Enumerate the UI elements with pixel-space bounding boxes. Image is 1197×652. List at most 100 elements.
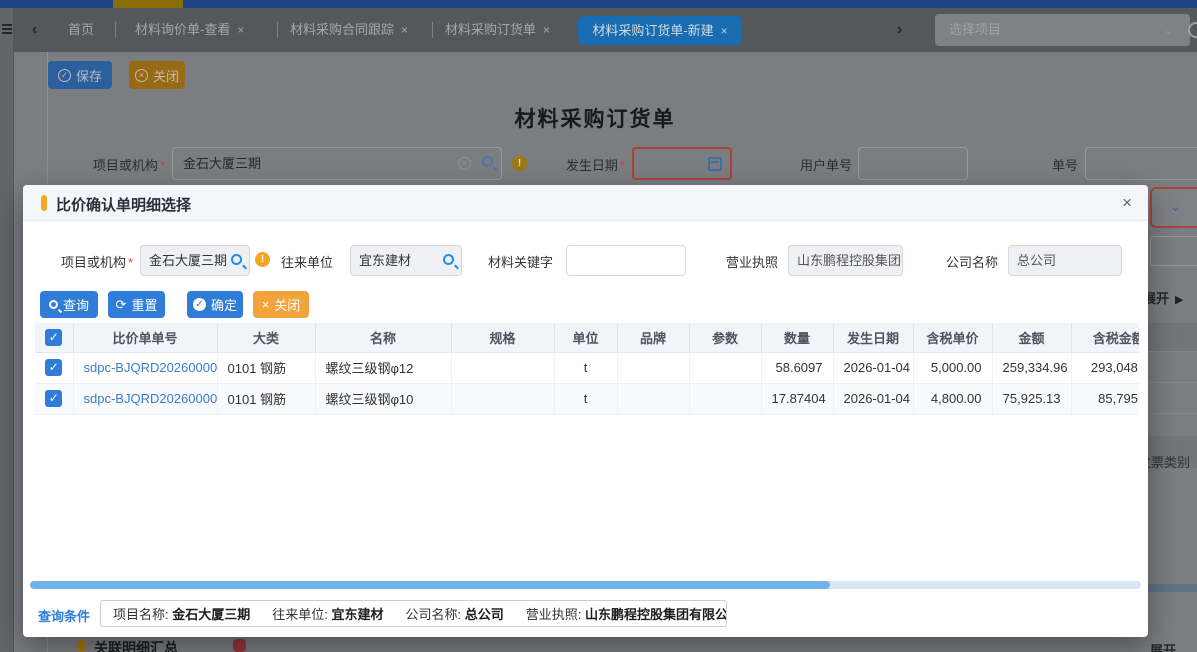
search-icon[interactable] (443, 254, 454, 265)
tabs-forward-icon[interactable]: › (897, 22, 902, 38)
tab-close-icon[interactable]: × (237, 23, 244, 37)
tab-purchase-order[interactable]: 材料采购订货单× (445, 8, 550, 52)
table-row[interactable]: ✓ sdpc-BJQRD202600000 0101 钢筋 螺纹三级钢φ10 t… (35, 383, 1139, 414)
title-pill-icon (41, 195, 47, 211)
col-header[interactable]: 单位 (554, 323, 617, 352)
tab-divider (432, 22, 433, 38)
dialog-title: 比价确认单明细选择 (56, 194, 191, 215)
user-avatar[interactable] (1188, 22, 1197, 38)
col-header[interactable]: 品牌 (617, 323, 689, 352)
close-button[interactable]: ×关闭 (129, 61, 185, 89)
chevron-down-icon: ⌄ (1163, 14, 1174, 46)
row-checkbox[interactable]: ✓ (45, 390, 62, 407)
filter-vendor-field[interactable]: 宜东建材 (350, 245, 462, 276)
project-select[interactable]: 选择项目 ⌄ (935, 14, 1190, 46)
query-conditions-box: 项目名称: 金石大厦三期 往来单位: 宜东建材 公司名称: 总公司 营业执照: … (100, 600, 727, 627)
tab-purchase-contract-track[interactable]: 材料采购合同跟踪× (290, 8, 408, 52)
order-no-link[interactable]: sdpc-BJQRD202600000 (84, 360, 218, 375)
doc-no-label: 单号 (1018, 155, 1078, 174)
filter-org-field[interactable]: 金石大厦三期 (140, 245, 250, 276)
project-select-placeholder: 选择项目 (949, 22, 1001, 37)
filter-keyword-input[interactable] (566, 245, 686, 276)
col-header[interactable]: 规格 (451, 323, 554, 352)
doc-no-field[interactable] (1085, 147, 1197, 180)
col-header[interactable]: 含税单价 (913, 323, 992, 352)
close-circle-icon: × (135, 69, 148, 82)
expand-toggle[interactable]: 展开▶ (1143, 288, 1183, 307)
reset-button[interactable]: ⟳重置 (108, 291, 165, 318)
reset-icon: ⟳ (116, 297, 127, 313)
dialog-header: 比价确认单明细选择 × (23, 185, 1148, 221)
detail-summary-section-title: 关联明细汇总 (94, 638, 178, 652)
scrollbar-thumb[interactable] (30, 581, 830, 589)
background-scrollbar[interactable] (1148, 584, 1197, 592)
expand-arrow-icon: ▶ (1175, 294, 1183, 306)
user-no-field[interactable] (858, 147, 968, 180)
top-accent-strip (0, 0, 1197, 8)
close-icon: × (262, 297, 270, 312)
tab-divider (115, 22, 116, 38)
date-label: 发生日期* (545, 155, 625, 174)
org-label: 项目或机构* (45, 155, 165, 174)
row-checkbox[interactable]: ✓ (45, 359, 62, 376)
background-required-select[interactable]: ⌄ (1150, 187, 1197, 228)
table-row[interactable]: ✓ sdpc-BJQRD202600000 0101 钢筋 螺纹三级钢φ12 t… (35, 352, 1139, 383)
filter-license-label: 营业执照 (718, 252, 778, 271)
col-header[interactable]: 比价单单号 (73, 323, 217, 352)
search-icon[interactable] (482, 156, 493, 167)
calendar-icon[interactable] (708, 157, 722, 171)
check-circle-icon: ✓ (58, 69, 71, 82)
chevron-down-icon: ⌄ (1170, 199, 1181, 215)
col-header[interactable]: 含税金额 (1071, 323, 1139, 352)
page-title: 材料采购订货单 (420, 103, 770, 133)
condition-item: 公司名称: 总公司 (406, 604, 504, 623)
section-pill-icon (78, 640, 85, 652)
col-header[interactable]: 大类 (217, 323, 315, 352)
condition-item: 往来单位: 宜东建材 (272, 604, 383, 623)
expand-toggle-bottom[interactable]: 展开 (1150, 640, 1176, 652)
compare-confirm-detail-dialog: 比价确认单明细选择 × 项目或机构* 金石大厦三期 ! 往来单位 宜东建材 材料… (23, 185, 1148, 637)
save-button[interactable]: ✓保存 (48, 61, 112, 89)
filter-org-label: 项目或机构* (40, 252, 133, 271)
collapsed-sidebar (0, 8, 14, 652)
filter-license-field: 山东鹏程控股集团有限公司 (788, 245, 903, 276)
background-table-header (1148, 323, 1197, 351)
background-table-line (1148, 351, 1197, 352)
tab-material-inquiry-view[interactable]: 材料询价单-查看× (135, 8, 244, 52)
table-h-scrollbar[interactable] (30, 581, 1141, 589)
info-icon[interactable]: ! (255, 252, 270, 267)
col-header[interactable]: 金额 (992, 323, 1071, 352)
tab-home[interactable]: 首页 (68, 8, 94, 52)
org-field[interactable]: 金石大厦三期 × (172, 147, 502, 180)
tab-purchase-order-new-active[interactable]: 材料采购订货单-新建× (578, 16, 742, 45)
tabs-back-icon[interactable]: ‹ (32, 22, 37, 38)
required-mark: * (128, 255, 133, 270)
col-header[interactable]: 名称 (315, 323, 451, 352)
filter-company-field: 总公司 (1008, 245, 1122, 276)
query-button[interactable]: 查询 (40, 291, 98, 318)
tab-close-icon[interactable]: × (543, 23, 550, 37)
menu-icon[interactable] (2, 24, 12, 38)
filter-keyword-label: 材料关键字 (475, 252, 553, 271)
order-no-link[interactable]: sdpc-BJQRD202600000 (84, 391, 218, 406)
date-field[interactable] (632, 147, 732, 180)
count-badge (233, 639, 246, 652)
dialog-close-icon[interactable]: × (1122, 193, 1132, 213)
select-all-checkbox[interactable]: ✓ (45, 329, 62, 346)
search-icon (49, 300, 58, 309)
query-conditions-label: 查询条件 (38, 606, 90, 625)
background-table-line (1148, 413, 1197, 414)
info-icon[interactable]: ! (512, 156, 527, 171)
required-mark: * (620, 158, 625, 173)
col-header[interactable]: 参数 (689, 323, 761, 352)
tab-bar: ‹ 首页 材料询价单-查看× 材料采购合同跟踪× 材料采购订货单× 材料采购订货… (0, 8, 1197, 52)
search-icon[interactable] (231, 254, 242, 265)
tab-close-icon[interactable]: × (401, 23, 408, 37)
clear-icon[interactable]: × (458, 157, 471, 170)
tab-close-icon[interactable]: × (721, 24, 728, 38)
col-header[interactable]: 数量 (761, 323, 833, 352)
confirm-button[interactable]: ✓确定 (187, 291, 243, 318)
col-header[interactable]: 发生日期 (833, 323, 913, 352)
background-input[interactable] (1150, 236, 1197, 266)
dialog-close-button[interactable]: ×关闭 (253, 291, 309, 318)
